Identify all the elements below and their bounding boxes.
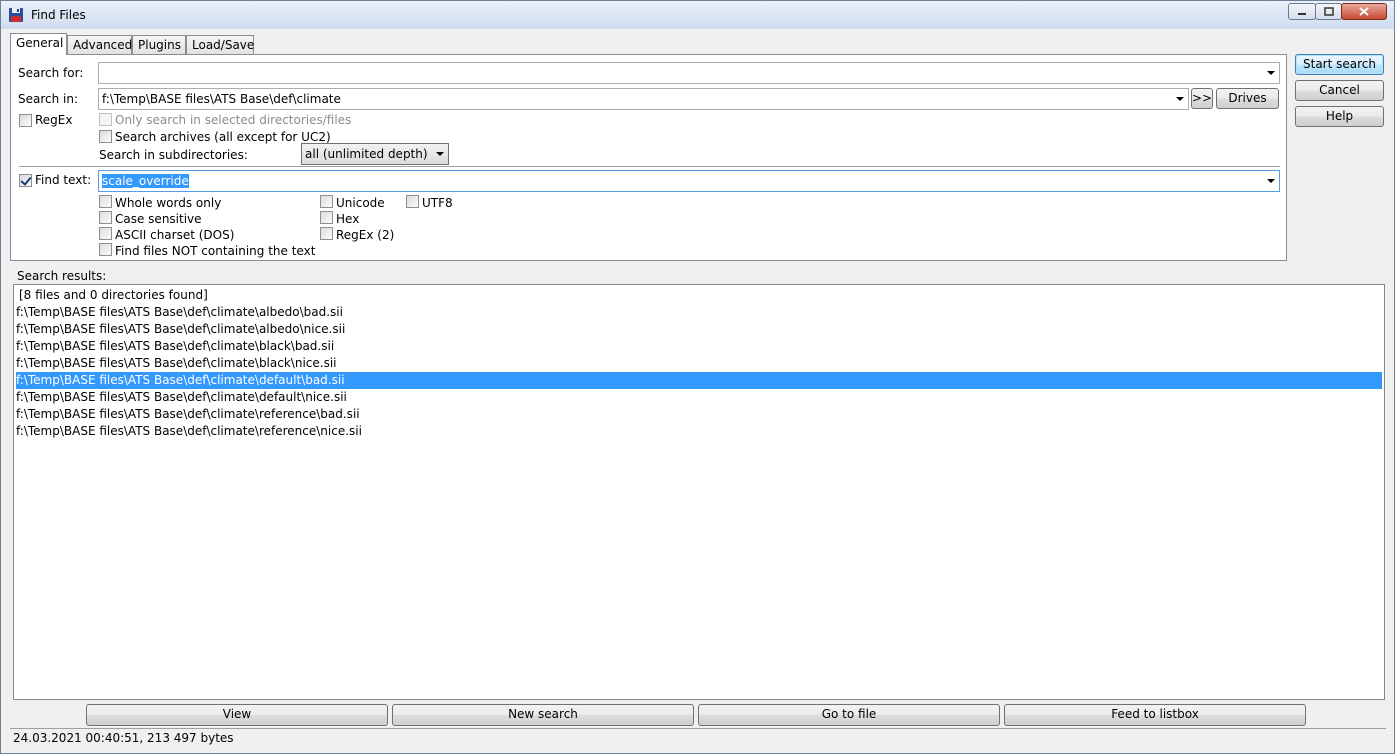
regex2-label: RegEx (2) [336,228,395,242]
tab-plugins[interactable]: Plugins [132,35,186,54]
only-selected-checkbox[interactable] [99,113,112,126]
list-item[interactable]: f:\Temp\BASE files\ATS Base\def\climate\… [16,389,1382,406]
view-button[interactable]: View [86,704,388,726]
find-files-window: Find Files General Advanced Plugins Load… [0,0,1395,754]
general-panel: Search for: Search in: f:\Temp\BASE file… [10,54,1287,261]
cancel-button[interactable]: Cancel [1295,80,1384,101]
start-search-button[interactable]: Start search [1295,54,1384,75]
status-bar: 24.03.2021 00:40:51, 213 497 bytes [10,728,1386,747]
find-text-combo[interactable]: scale_override [98,170,1280,192]
floppy-disk-icon [9,8,23,22]
hex-label: Hex [336,212,360,226]
tab-load-save[interactable]: Load/Save [186,35,254,54]
not-containing-checkbox[interactable] [99,243,112,256]
tab-label: General [16,36,64,50]
divider [19,166,1280,168]
unicode-label: Unicode [336,196,385,210]
list-item[interactable]: f:\Temp\BASE files\ATS Base\def\climate\… [16,321,1382,338]
minimize-icon [1298,12,1306,15]
list-item[interactable]: f:\Temp\BASE files\ATS Base\def\climate\… [16,423,1382,440]
regex2-checkbox[interactable] [320,227,333,240]
search-archives-checkbox[interactable] [99,130,112,143]
search-results-label: Search results: [17,269,107,283]
find-text-value[interactable]: scale_override [102,174,189,188]
search-in-label: Search in: [18,92,79,106]
tab-label: Advanced [73,38,133,52]
list-item[interactable]: f:\Temp\BASE files\ATS Base\def\climate\… [16,406,1382,423]
results-summary: [8 files and 0 directories found] [19,288,208,302]
ascii-label: ASCII charset (DOS) [115,228,235,242]
maximize-icon [1323,7,1334,16]
help-button[interactable]: Help [1295,106,1384,127]
case-sensitive-label: Case sensitive [115,212,202,226]
browse-button[interactable]: >> [1191,88,1213,109]
window-title: Find Files [31,8,86,22]
search-archives-label: Search archives (all except for UC2) [115,130,331,144]
search-for-combo[interactable] [98,62,1280,84]
drives-button[interactable]: Drives [1216,88,1279,109]
whole-words-label: Whole words only [115,196,222,210]
regex-label: RegEx [35,113,73,127]
ascii-checkbox[interactable] [99,227,112,240]
search-in-combo[interactable]: f:\Temp\BASE files\ATS Base\def\climate [98,88,1189,110]
whole-words-checkbox[interactable] [99,195,112,208]
close-icon [1359,7,1369,16]
subdirectories-label: Search in subdirectories: [99,148,248,162]
case-sensitive-checkbox[interactable] [99,211,112,224]
tab-general[interactable]: General [10,33,67,55]
find-text-label: Find text: [35,173,92,187]
utf8-label: UTF8 [422,196,453,210]
utf8-checkbox[interactable] [406,195,419,208]
close-button[interactable] [1341,3,1387,20]
minimize-button[interactable] [1288,3,1316,20]
maximize-button[interactable] [1315,3,1342,20]
list-item[interactable]: f:\Temp\BASE files\ATS Base\def\climate\… [16,304,1382,321]
list-item-selected[interactable]: f:\Temp\BASE files\ATS Base\def\climate\… [16,372,1382,389]
go-to-file-button[interactable]: Go to file [698,704,1000,726]
search-in-value: f:\Temp\BASE files\ATS Base\def\climate [102,92,341,106]
list-item[interactable]: f:\Temp\BASE files\ATS Base\def\climate\… [16,355,1382,372]
new-search-button[interactable]: New search [392,704,694,726]
search-for-label: Search for: [18,66,84,80]
find-text-checkbox[interactable] [19,174,32,187]
hex-checkbox[interactable] [320,211,333,224]
feed-to-listbox-button[interactable]: Feed to listbox [1004,704,1306,726]
list-item[interactable]: f:\Temp\BASE files\ATS Base\def\climate\… [16,338,1382,355]
subdirectories-select[interactable]: all (unlimited depth) [301,143,449,165]
tab-advanced[interactable]: Advanced [67,35,132,54]
unicode-checkbox[interactable] [320,195,333,208]
tab-label: Load/Save [192,38,255,52]
subdirectories-value: all (unlimited depth) [305,147,428,161]
status-text: 24.03.2021 00:40:51, 213 497 bytes [13,731,234,745]
regex-checkbox[interactable] [19,114,32,127]
only-selected-label: Only search in selected directories/file… [115,113,352,127]
search-results-list[interactable]: [8 files and 0 directories found] f:\Tem… [13,284,1385,700]
title-bar[interactable]: Find Files [1,1,1394,29]
not-containing-label: Find files NOT containing the text [115,244,316,258]
tab-label: Plugins [138,38,181,52]
